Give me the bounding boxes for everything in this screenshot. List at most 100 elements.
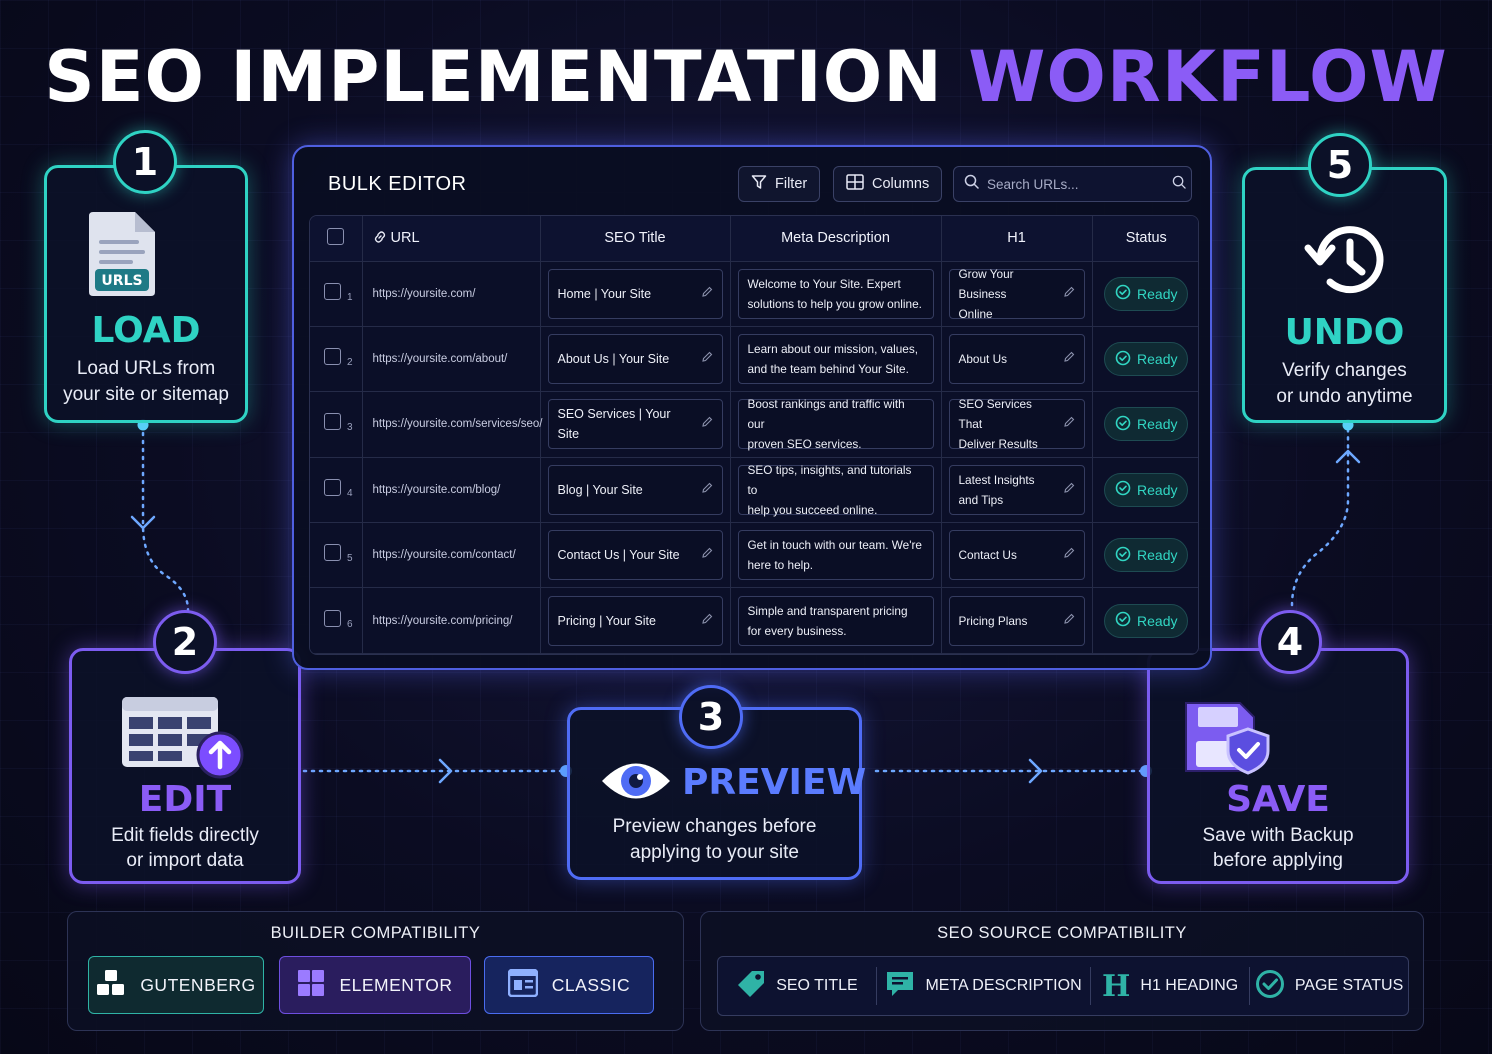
meta-description-field[interactable]: Get in touch with our team. We're here to… [737, 530, 934, 581]
columns-button[interactable]: Columns [833, 166, 943, 202]
h1-field[interactable]: Grow Your Business Online [948, 267, 1085, 321]
edit-pencil-icon[interactable] [701, 349, 713, 369]
h1-field[interactable]: Latest Insights and Tips [948, 464, 1085, 515]
meta-line-2: help you succeed online. [747, 502, 878, 517]
status-badge: Ready [1104, 472, 1189, 507]
status-label: Ready [1137, 547, 1178, 564]
step-edit-desc-1: Edit fields directly [111, 825, 259, 846]
row-checkbox[interactable] [324, 609, 341, 627]
builder-classic-label: CLASSIC [551, 974, 631, 995]
edit-pencil-icon[interactable] [1063, 611, 1075, 631]
filter-button[interactable]: Filter [738, 166, 821, 202]
step-undo-card: UNDO Verify changes or undo anytime [1242, 167, 1447, 423]
seo-title-text: Pricing | Your Site [557, 613, 656, 628]
svg-text:URLS: URLS [101, 273, 142, 289]
step-5-badge: 5 [1308, 133, 1372, 197]
url-text: https://yoursite.com/services/seo/ [372, 418, 543, 431]
seo-title-field[interactable]: SEO Services | Your Site [547, 399, 723, 450]
h1-cell: About Us [941, 326, 1093, 393]
step-undo-title: UNDO [1284, 312, 1405, 353]
builder-gutenberg[interactable]: GUTENBERG [88, 956, 264, 1014]
edit-pencil-icon[interactable] [701, 480, 713, 500]
builder-elementor[interactable]: ELEMENTOR [279, 956, 471, 1014]
seo-title-cell: Contact Us | Your Site [540, 522, 731, 589]
meta-description-field[interactable]: Welcome to Your Site. Expert solutions to… [737, 268, 934, 319]
meta-description-field[interactable]: Boost rankings and traffic with our prove… [737, 397, 934, 451]
url-text: https://yoursite.com/contact/ [372, 549, 516, 562]
row-checkbox[interactable] [324, 478, 341, 496]
filter-icon [751, 174, 767, 194]
meta-description-field[interactable]: Learn about our mission, values, and the … [737, 334, 934, 385]
edit-pencil-icon[interactable] [701, 284, 713, 304]
edit-pencil-icon[interactable] [1063, 545, 1075, 565]
status-cell: Ready [1092, 587, 1198, 654]
meta-description-cell: Learn about our mission, values, and the … [730, 326, 942, 393]
row-checkbox[interactable] [324, 413, 341, 431]
seo-title-field[interactable]: About Us | Your Site [547, 334, 723, 385]
columns-label: Columns [872, 176, 930, 192]
edit-pencil-icon[interactable] [701, 414, 713, 434]
check-circle-icon [1115, 546, 1131, 565]
seo-title-field[interactable]: Contact Us | Your Site [547, 530, 723, 581]
url-cell: https://yoursite.com/services/seo/ [362, 391, 543, 458]
filter-label: Filter [775, 176, 808, 192]
edit-pencil-icon[interactable] [1063, 349, 1075, 369]
meta-description-cell: SEO tips, insights, and tutorials to help… [730, 457, 942, 524]
column-header-seo-title[interactable]: SEO Title [540, 216, 731, 262]
row-checkbox[interactable] [324, 544, 341, 562]
seo-source-list: SEO TITLE META DESCRIPTION H H1 HEADING … [717, 956, 1409, 1016]
column-header-h1[interactable]: H1 [941, 216, 1093, 262]
status-cell: Ready [1092, 457, 1198, 524]
meta-line-1: Welcome to Your Site. Expert [747, 276, 901, 291]
column-header-meta-description[interactable]: Meta Description [730, 216, 942, 262]
step-undo-desc-2: or undo anytime [1276, 386, 1413, 407]
h1-field[interactable]: About Us [948, 334, 1085, 385]
h1-field[interactable]: Contact Us [948, 530, 1085, 581]
meta-description-field[interactable]: Simple and transparent pricing for every … [737, 595, 934, 646]
eye-icon [600, 758, 672, 804]
url-cell: https://yoursite.com/ [362, 261, 541, 327]
check-circle-icon [1115, 284, 1131, 303]
seo-title-field[interactable]: Blog | Your Site [547, 464, 723, 515]
edit-pencil-icon[interactable] [1063, 284, 1075, 304]
h1-field[interactable]: SEO Services That Deliver Results [948, 397, 1085, 451]
source-seo-title: SEO TITLE [718, 967, 877, 1005]
seo-title-field[interactable]: Home | Your Site [547, 268, 723, 319]
column-header-url[interactable]: URL [362, 216, 541, 262]
link-icon [373, 230, 391, 246]
bulk-editor-panel: BULK EDITOR Filter Columns Search URLs..… [292, 145, 1212, 670]
row-select-cell: 6 [310, 587, 363, 654]
edit-pencil-icon[interactable] [701, 545, 713, 565]
status-cell: Ready [1092, 522, 1198, 589]
edit-pencil-icon[interactable] [1063, 480, 1075, 500]
step-preview-desc-1: Preview changes before [612, 816, 817, 837]
meta-description-field[interactable]: SEO tips, insights, and tutorials to help… [737, 463, 934, 517]
builder-compatibility-panel: BUILDER COMPATIBILITY GUTENBERG ELEMENTO… [67, 911, 684, 1031]
column-header-status[interactable]: Status [1092, 216, 1198, 262]
meta-line-1: Simple and transparent pricing [747, 603, 908, 618]
row-number: 2 [347, 357, 353, 369]
url-cell: https://yoursite.com/pricing/ [362, 587, 541, 654]
seo-source-compatibility-panel: SEO SOURCE COMPATIBILITY SEO TITLE META … [700, 911, 1424, 1031]
search-submit-icon[interactable] [1172, 175, 1186, 194]
row-checkbox[interactable] [324, 348, 341, 366]
table-row: 2 https://yoursite.com/about/About Us | Y… [310, 326, 1198, 393]
select-all-checkbox[interactable] [327, 227, 345, 245]
edit-pencil-icon[interactable] [1063, 414, 1075, 434]
builder-classic[interactable]: CLASSIC [484, 956, 654, 1014]
step-undo-desc-1: Verify changes [1282, 360, 1407, 381]
search-urls-input[interactable] [987, 176, 1164, 192]
h1-line-1: About Us [958, 352, 1008, 367]
step-load-desc-2: your site or sitemap [63, 384, 229, 405]
status-label: Ready [1137, 481, 1178, 498]
seo-title-field[interactable]: Pricing | Your Site [547, 595, 723, 646]
h1-field[interactable]: Pricing Plans [948, 595, 1085, 646]
source-meta-description-label: META DESCRIPTION [925, 977, 1082, 994]
edit-pencil-icon[interactable] [701, 611, 713, 631]
meta-description-cell: Get in touch with our team. We're here to… [730, 522, 942, 589]
step-load-title: LOAD [91, 310, 201, 351]
source-h1-heading: H H1 HEADING [1091, 967, 1251, 1005]
h1-cell: SEO Services That Deliver Results [941, 391, 1093, 458]
check-circle-icon [1115, 415, 1131, 434]
row-checkbox[interactable] [324, 282, 341, 300]
